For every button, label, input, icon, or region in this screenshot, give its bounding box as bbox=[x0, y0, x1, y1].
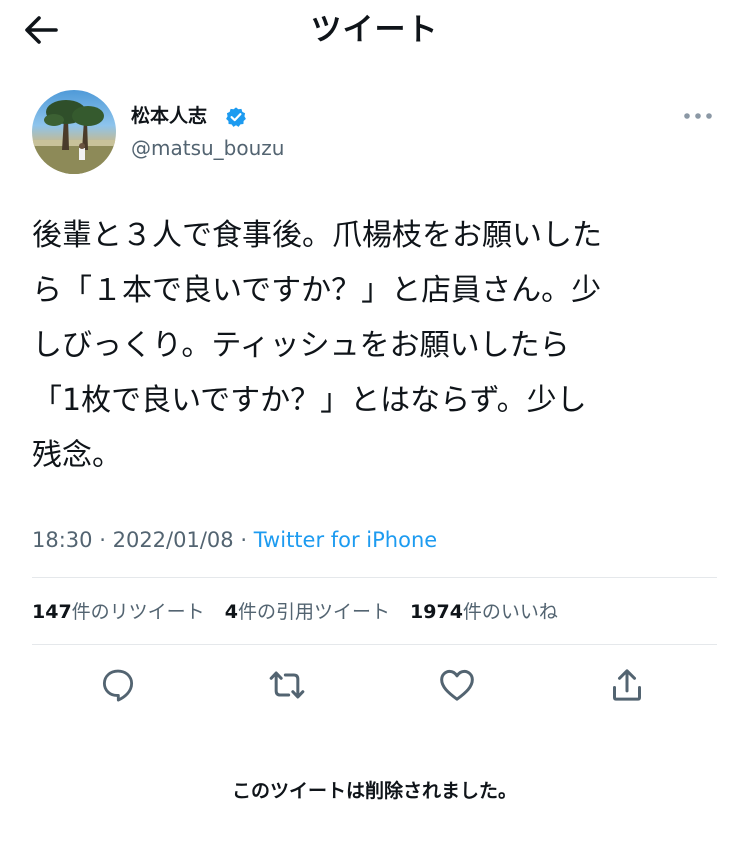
retweet-icon bbox=[269, 671, 305, 699]
meta-separator: · bbox=[240, 528, 248, 552]
top-bar: ツイート bbox=[0, 0, 749, 72]
quote-label: 件の引用ツイート bbox=[237, 601, 390, 623]
verified-badge-icon bbox=[226, 107, 246, 127]
tweet-time: 18:30 bbox=[32, 528, 93, 552]
like-label: 件のいいね bbox=[462, 601, 558, 623]
like-icon bbox=[440, 669, 474, 701]
tweet-meta: 18:30 · 2022/01/08 · Twitter for iPhone bbox=[32, 525, 437, 555]
reply-button[interactable] bbox=[97, 664, 139, 706]
avatar[interactable] bbox=[32, 90, 116, 174]
retweet-button[interactable] bbox=[266, 664, 308, 706]
retweet-label: 件のリツイート bbox=[71, 601, 205, 623]
quote-count-link[interactable]: 4件の引用ツイート bbox=[225, 601, 390, 623]
quote-count: 4 bbox=[224, 601, 238, 623]
reply-icon bbox=[102, 669, 134, 702]
retweet-count-link[interactable]: 147件のリツイート bbox=[32, 601, 205, 623]
tweet-date: 2022/01/08 bbox=[112, 528, 234, 552]
tweet-source-link[interactable]: Twitter for iPhone bbox=[254, 528, 438, 552]
like-button[interactable] bbox=[436, 664, 478, 706]
deleted-tweet-notice: このツイートは削除されました。 bbox=[231, 780, 517, 802]
user-display-name[interactable]: 松本人志 bbox=[131, 104, 207, 128]
engagement-stats: 147件のリツイート 4件の引用ツイート 1974件のいいね bbox=[32, 598, 572, 626]
more-dots-icon bbox=[684, 113, 712, 119]
divider bbox=[32, 644, 717, 645]
retweet-count: 147 bbox=[32, 601, 72, 623]
like-count: 1974 bbox=[410, 601, 463, 623]
meta-separator: · bbox=[99, 528, 106, 552]
share-button[interactable] bbox=[606, 664, 648, 706]
avatar-photo bbox=[32, 100, 116, 174]
more-options-button[interactable] bbox=[678, 104, 718, 128]
user-handle[interactable]: @matsu_bouzu bbox=[131, 136, 284, 160]
tweet-text: 後輩と３人で食事後。爪楊枝をお願いした ら「１本で良いですか？」と店員さん。少 … bbox=[32, 218, 602, 473]
divider bbox=[32, 577, 717, 578]
share-icon bbox=[613, 669, 641, 701]
page-title: ツイート bbox=[310, 12, 439, 48]
like-count-link[interactable]: 1974件のいいね bbox=[410, 601, 558, 623]
